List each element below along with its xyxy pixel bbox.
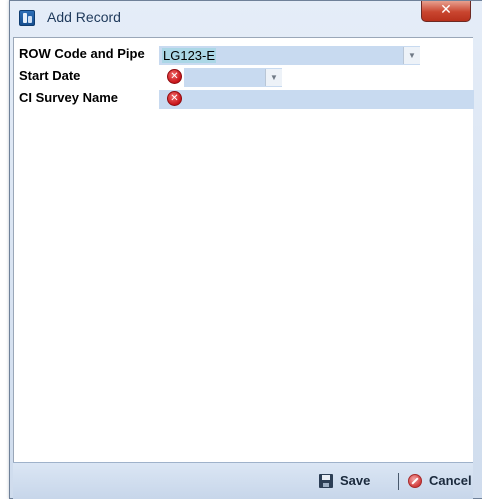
row-code-and-pipe-value: LG123-E — [162, 48, 217, 63]
window-title: Add Record — [47, 9, 121, 25]
chevron-down-icon[interactable]: ▼ — [265, 69, 282, 86]
chevron-down-icon[interactable]: ▼ — [403, 47, 420, 64]
close-icon: ✕ — [440, 2, 452, 18]
row-code-and-pipe-row: ROW Code and Pipe LG123-E ▼ — [14, 45, 474, 66]
start-date-label: Start Date — [19, 68, 81, 83]
ci-survey-name-input[interactable] — [159, 90, 474, 109]
row-code-and-pipe-value-wrap: LG123-E — [162, 48, 217, 63]
floppy-disk-icon — [319, 474, 333, 488]
save-button[interactable]: Save — [319, 473, 389, 491]
title-bar[interactable]: Add Record ✕ — [10, 1, 482, 33]
save-button-label: Save — [340, 473, 371, 488]
cancel-button-label: Cancel — [429, 473, 472, 488]
close-button[interactable]: ✕ — [421, 1, 471, 22]
ci-survey-name-label: CI Survey Name — [19, 90, 118, 105]
row-code-and-pipe-label: ROW Code and Pipe — [19, 46, 145, 61]
error-icon: ✕ — [167, 91, 182, 106]
row-code-and-pipe-combobox[interactable]: LG123-E ▼ — [159, 46, 420, 65]
dialog-footer: Save Cancel — [13, 462, 473, 499]
ci-survey-name-row: CI Survey Name ✕ — [14, 89, 474, 110]
start-date-input[interactable]: ▼ — [184, 68, 282, 87]
button-separator — [398, 473, 399, 490]
error-icon: ✕ — [167, 69, 182, 84]
app-icon — [19, 10, 35, 26]
form-area: ROW Code and Pipe LG123-E ▼ Start Date ✕… — [13, 37, 474, 462]
cancel-icon — [408, 474, 422, 488]
cancel-button[interactable]: Cancel — [408, 473, 473, 491]
start-date-row: Start Date ✕ ▼ — [14, 67, 474, 88]
